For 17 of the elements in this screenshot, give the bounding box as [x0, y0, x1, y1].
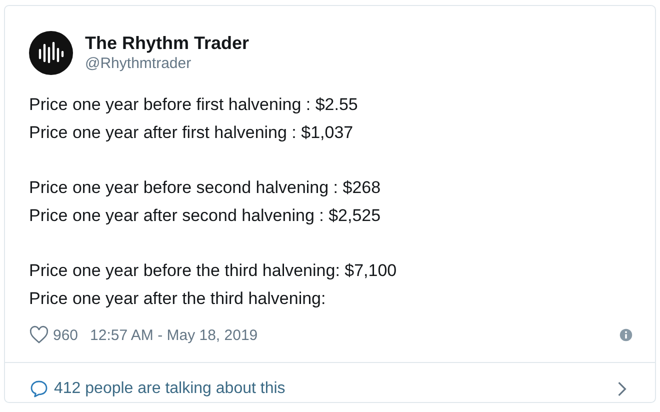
chevron-right-icon [617, 380, 627, 396]
conversation-text: 412 people are talking about this [54, 380, 286, 398]
speech-bubble-icon [29, 378, 49, 398]
author-name[interactable]: The Rhythm Trader [85, 32, 250, 54]
info-icon[interactable] [619, 328, 633, 342]
tweet-timestamp[interactable]: 12:57 AM - May 18, 2019 [90, 326, 258, 344]
tweet-text: Price one year after the third halvening: [29, 288, 327, 310]
heart-icon [29, 325, 49, 345]
avatar-icon[interactable] [29, 31, 73, 75]
author-handle[interactable]: @Rhythmtrader [85, 54, 250, 74]
conversation-link[interactable]: 412 people are talking about this [5, 362, 655, 402]
tweet-text: Price one year before the third halvening: $7,100 [29, 260, 398, 282]
tweet-text: Price one year before second halvening : $268 [29, 177, 382, 199]
tweet-text: Price one year after first halvening : $1,037 [29, 122, 354, 144]
tweet-text: Price one year after second halvening : $2,525 [29, 205, 382, 227]
like-button[interactable]: 960 [29, 325, 78, 345]
tweet-text: Price one year before first halvening : $2.55 [29, 94, 359, 116]
